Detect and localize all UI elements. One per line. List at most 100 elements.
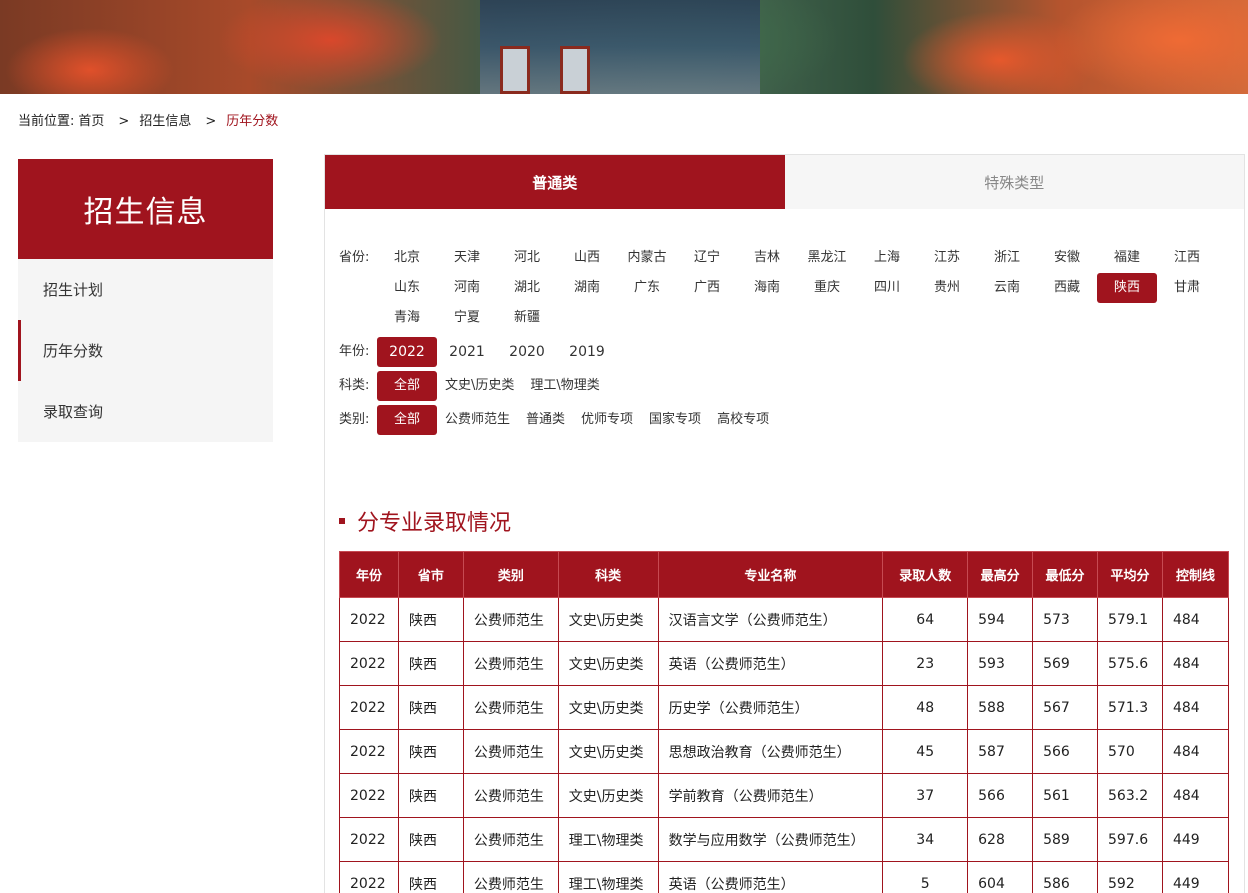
table-cell: 2022 [339, 729, 399, 774]
province-option[interactable]: 陕西 [1097, 273, 1157, 303]
province-option[interactable]: 广东 [617, 273, 677, 303]
column-header: 省市 [397, 551, 464, 598]
province-option[interactable]: 重庆 [797, 273, 857, 303]
table-cell: 公费师范生 [462, 685, 559, 730]
tab-special[interactable]: 特殊类型 [784, 155, 1244, 209]
table-cell: 公费师范生 [462, 729, 559, 774]
sidebar-menu: 招生计划 历年分数 录取查询 [18, 259, 273, 442]
province-option[interactable]: 辽宁 [677, 243, 737, 273]
table-cell: 593 [967, 641, 1034, 686]
subject-option[interactable]: 文史\历史类 [437, 371, 522, 401]
column-header: 控制线 [1161, 551, 1230, 598]
table-cell: 561 [1032, 773, 1099, 818]
province-options: 北京 天津 河北 山西 内蒙古 辽宁 吉林 黑龙江 上海 江苏 浙江 安徽 福建 江西山东 河南 湖北 湖南 广东… [377, 243, 1217, 333]
province-option[interactable]: 四川 [857, 273, 917, 303]
table-cell: 理工\物理类 [557, 817, 659, 862]
table-cell: 5 [882, 861, 969, 893]
subject-option[interactable]: 全部 [377, 371, 437, 401]
table-cell: 566 [967, 773, 1034, 818]
sidebar-item-plan[interactable]: 招生计划 [18, 259, 273, 320]
breadcrumb-home[interactable]: 首页 [78, 114, 104, 129]
table-cell: 2022 [339, 861, 399, 893]
category-option[interactable]: 国家专项 [641, 405, 709, 435]
year-option[interactable]: 2021 [437, 337, 497, 367]
column-header: 平均分 [1097, 551, 1163, 598]
tab-general[interactable]: 普通类 [325, 155, 785, 209]
sidebar-item-admission-query[interactable]: 录取查询 [18, 381, 273, 442]
province-option[interactable]: 江苏 [917, 243, 977, 273]
province-option[interactable]: 安徽 [1037, 243, 1097, 273]
sidebar: 招生信息 招生计划 历年分数 录取查询 [18, 159, 273, 442]
table-cell: 563.2 [1097, 773, 1163, 818]
province-option[interactable]: 山西 [557, 243, 617, 273]
table-cell: 学前教育（公费师范生） [657, 773, 884, 818]
breadcrumb-admission-info[interactable]: 招生信息 [139, 114, 191, 129]
province-option[interactable]: 湖南 [557, 273, 617, 303]
table-cell: 陕西 [397, 641, 464, 686]
province-option[interactable]: 天津 [437, 243, 497, 273]
column-header: 科类 [557, 551, 659, 598]
type-tabs: 普通类 特殊类型 [325, 155, 1244, 209]
year-option[interactable]: 2019 [557, 337, 617, 367]
province-option[interactable]: 广西 [677, 273, 737, 303]
category-option[interactable]: 优师专项 [573, 405, 641, 435]
category-option[interactable]: 公费师范生 [437, 405, 518, 435]
table-row: 2022 陕西 公费师范生 文史\历史类 思想政治教育（公费师范生） 45 587 566 57… [339, 729, 1230, 774]
province-option[interactable]: 上海 [857, 243, 917, 273]
table-cell: 579.1 [1097, 597, 1163, 642]
table-cell: 592 [1097, 861, 1163, 893]
sidebar-title: 招生信息 [18, 159, 273, 259]
province-option[interactable]: 青海 [377, 303, 437, 333]
province-option[interactable]: 海南 [737, 273, 797, 303]
year-label: 年份: [339, 344, 370, 359]
province-option[interactable]: 宁夏 [437, 303, 497, 333]
table-cell: 34 [882, 817, 969, 862]
table-cell: 理工\物理类 [557, 861, 659, 893]
table-cell: 604 [967, 861, 1034, 893]
table-cell: 575.6 [1097, 641, 1163, 686]
table-cell: 23 [882, 641, 969, 686]
province-option[interactable]: 山东 [377, 273, 437, 303]
subject-options: 全部 文史\历史类 理工\物理类 [377, 371, 1217, 401]
table-cell: 陕西 [397, 685, 464, 730]
column-header: 最高分 [967, 551, 1034, 598]
province-option[interactable]: 北京 [377, 243, 437, 273]
province-option[interactable]: 河南 [437, 273, 497, 303]
category-options: 全部 公费师范生 普通类 优师专项 国家专项 高校专项 [377, 405, 1217, 435]
table-cell: 汉语言文学（公费师范生） [657, 597, 884, 642]
year-option[interactable]: 2022 [377, 337, 437, 367]
province-option[interactable]: 江西 [1157, 243, 1217, 273]
table-cell: 公费师范生 [462, 597, 559, 642]
province-option[interactable]: 云南 [977, 273, 1037, 303]
year-option[interactable]: 2020 [497, 337, 557, 367]
table-cell: 2022 [339, 685, 399, 730]
category-option[interactable]: 全部 [377, 405, 437, 435]
province-option[interactable]: 甘肃 [1157, 273, 1217, 303]
table-cell: 587 [967, 729, 1034, 774]
province-option[interactable]: 内蒙古 [617, 243, 677, 273]
province-option[interactable]: 吉林 [737, 243, 797, 273]
category-option[interactable]: 高校专项 [709, 405, 777, 435]
sidebar-item-past-scores[interactable]: 历年分数 [18, 320, 273, 381]
subject-option[interactable]: 理工\物理类 [522, 371, 607, 401]
table-cell: 文史\历史类 [557, 773, 659, 818]
province-option[interactable]: 新疆 [497, 303, 557, 333]
province-option[interactable]: 黑龙江 [797, 243, 857, 273]
province-option[interactable]: 福建 [1097, 243, 1157, 273]
province-option[interactable]: 湖北 [497, 273, 557, 303]
table-cell: 566 [1032, 729, 1099, 774]
banner-window [560, 46, 590, 94]
table-cell: 484 [1161, 641, 1230, 686]
table-cell: 484 [1161, 597, 1230, 642]
category-option[interactable]: 普通类 [518, 405, 573, 435]
province-option[interactable]: 贵州 [917, 273, 977, 303]
province-option[interactable]: 浙江 [977, 243, 1037, 273]
table-cell: 2022 [339, 817, 399, 862]
province-option[interactable]: 河北 [497, 243, 557, 273]
table-cell: 思想政治教育（公费师范生） [657, 729, 884, 774]
province-option[interactable]: 西藏 [1037, 273, 1097, 303]
column-header: 年份 [339, 551, 399, 598]
table-cell: 484 [1161, 773, 1230, 818]
table-row: 2022 陕西 公费师范生 文史\历史类 汉语言文学（公费师范生） 64 594 573 579… [339, 597, 1230, 642]
bullet-icon [339, 518, 345, 524]
